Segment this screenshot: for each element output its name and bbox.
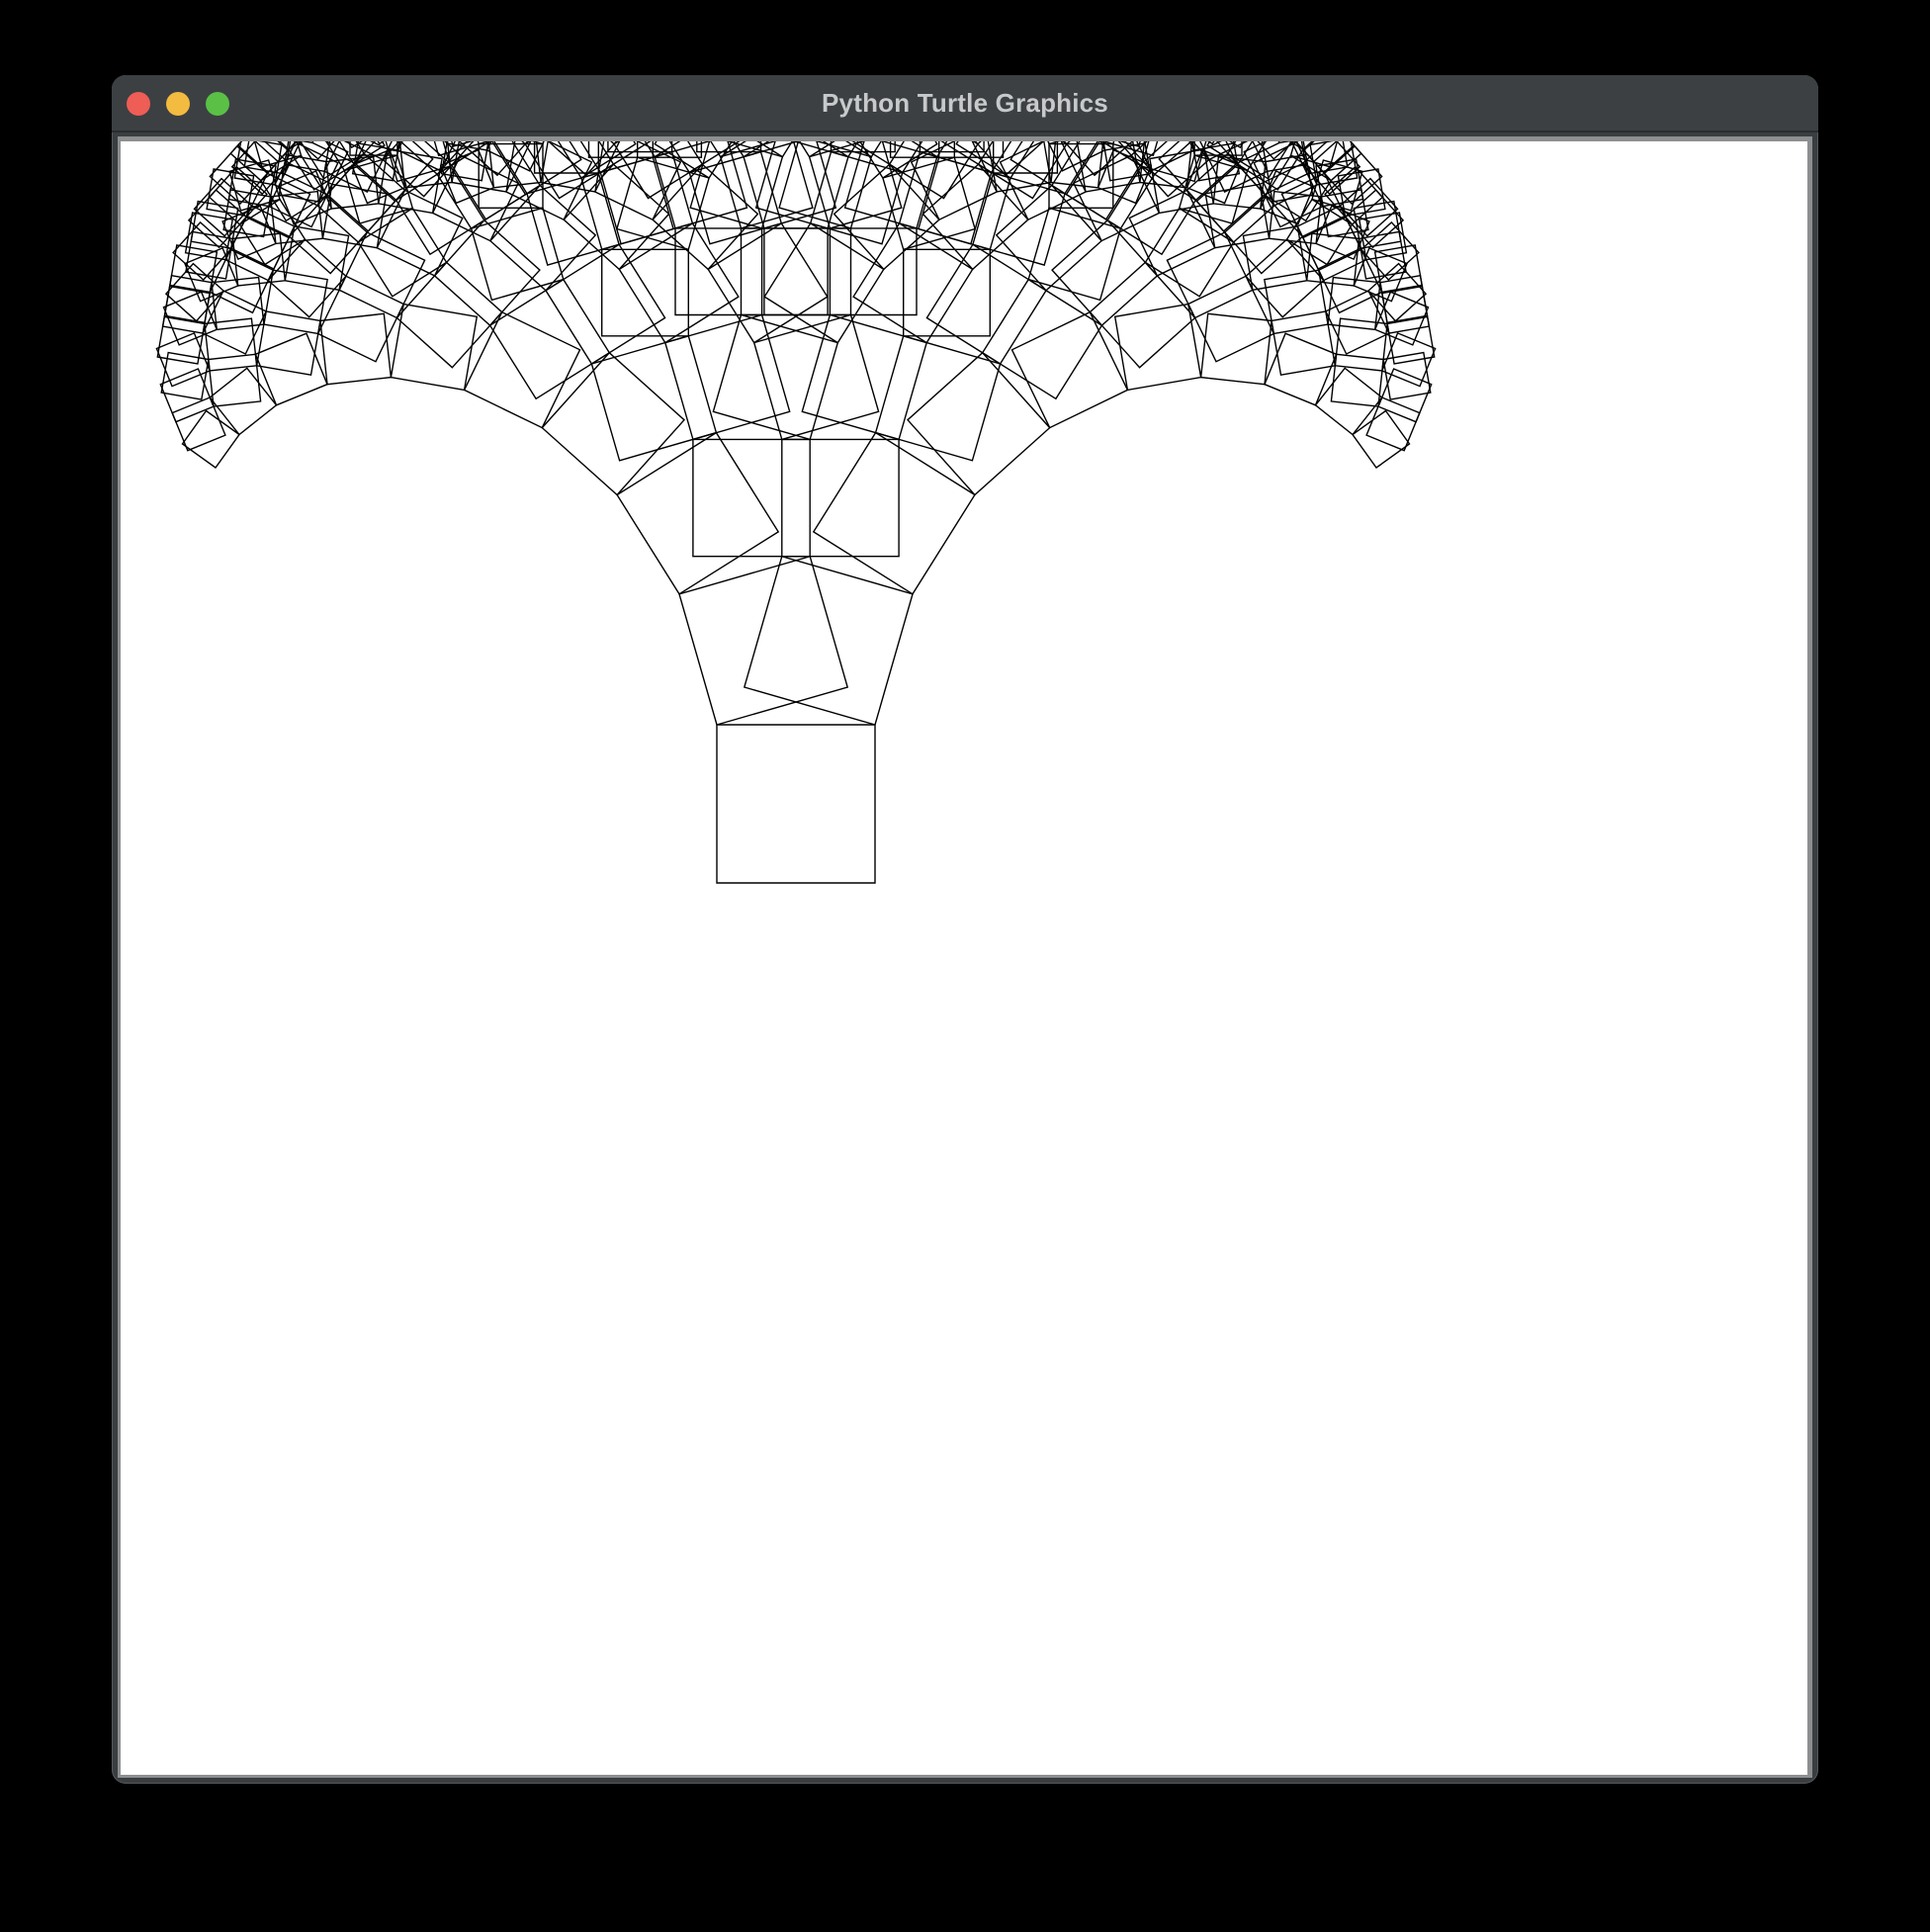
turtle-square	[616, 431, 780, 595]
turtle-square	[1352, 409, 1411, 469]
turtle-square	[719, 141, 814, 229]
turtle-square	[208, 353, 262, 407]
turtle-square	[692, 438, 811, 558]
turtle-square	[161, 285, 212, 334]
turtle-square	[812, 431, 976, 595]
turtle-square	[319, 312, 393, 386]
turtle-square	[181, 409, 240, 469]
turtle-square	[1380, 285, 1431, 334]
turtle-canvas[interactable]	[121, 141, 1807, 1775]
turtle-square	[385, 141, 452, 183]
turtle-square	[193, 177, 253, 237]
turtle-square	[1128, 189, 1216, 277]
turtle-square	[284, 225, 350, 292]
turtle-square	[390, 303, 479, 392]
turtle-square	[1199, 312, 1272, 386]
turtle-square	[433, 219, 541, 327]
turtle-drawing	[155, 141, 1437, 884]
window-title: Python Turtle Graphics	[822, 88, 1108, 118]
turtle-square	[208, 165, 268, 225]
turtle-square	[1263, 269, 1329, 335]
turtle-square	[743, 555, 914, 726]
turtle-square	[1330, 353, 1384, 407]
turtle-square	[1324, 165, 1384, 225]
turtle-square	[1242, 225, 1308, 292]
turtle-square	[781, 438, 900, 558]
turtle-square	[376, 189, 464, 277]
turtle-square	[678, 555, 849, 726]
turtle-square	[1245, 238, 1325, 318]
title-bar[interactable]: Python Turtle Graphics	[112, 75, 1818, 132]
turtle-square	[209, 367, 278, 436]
turtle-square	[1051, 219, 1159, 327]
turtle-square	[716, 724, 876, 884]
turtle-square	[1314, 367, 1383, 436]
turtle-square	[267, 238, 347, 318]
turtle-square	[1113, 303, 1202, 392]
turtle-square	[1339, 177, 1399, 237]
turtle-square	[712, 313, 839, 441]
turtle-square	[778, 141, 873, 229]
turtle-square	[652, 163, 759, 271]
turtle-window: Python Turtle Graphics	[112, 75, 1818, 1784]
turtle-square	[1140, 141, 1207, 183]
turtle-square	[263, 269, 329, 335]
turtle-square	[689, 141, 784, 229]
turtle-square	[874, 334, 1002, 462]
turtle-square	[833, 163, 940, 271]
turtle-square	[541, 351, 685, 496]
turtle-square	[752, 313, 880, 441]
turtle-square	[808, 141, 903, 229]
turtle-square	[907, 351, 1051, 496]
turtle-square	[463, 310, 581, 429]
turtle-square	[590, 334, 718, 462]
turtle-square	[1010, 310, 1129, 429]
